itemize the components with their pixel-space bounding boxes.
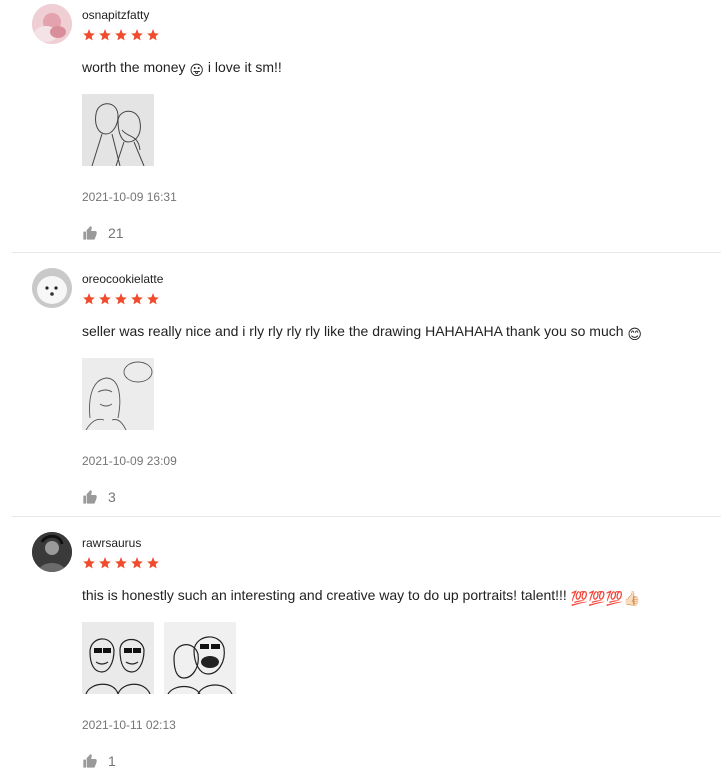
- thumbs-up-icon[interactable]: [82, 753, 98, 769]
- star-icon: [147, 29, 159, 41]
- review-date: 2021-10-09 23:09: [82, 454, 177, 468]
- star-icon: [83, 29, 95, 41]
- star-icon: [99, 293, 111, 305]
- thumbs-up-icon[interactable]: [82, 225, 98, 241]
- star-icon: [115, 293, 127, 305]
- like-section: 1: [82, 752, 721, 770]
- review-item: oreocookielatte seller was really nice a…: [12, 252, 721, 517]
- star-icon: [115, 29, 127, 41]
- review-photos: [82, 358, 721, 430]
- review-item: rawrsaurus this is honestly such an inte…: [12, 516, 721, 775]
- user-avatar[interactable]: [32, 268, 72, 308]
- star-icon: [83, 293, 95, 305]
- review-photo[interactable]: [164, 622, 236, 694]
- like-count: 21: [108, 225, 124, 241]
- review-photos: [82, 622, 721, 694]
- star-icon: [83, 557, 95, 569]
- emoji: 😛: [189, 62, 204, 78]
- review-date: 2021-10-09 16:31: [82, 190, 177, 204]
- user-avatar[interactable]: [32, 532, 72, 572]
- like-count: 3: [108, 489, 116, 505]
- star-rating: [82, 556, 721, 570]
- comment-text-2: i love it sm!!: [207, 59, 282, 75]
- star-icon: [131, 557, 143, 569]
- star-icon: [99, 557, 111, 569]
- star-icon: [131, 293, 143, 305]
- review-photo[interactable]: [82, 94, 154, 166]
- star-icon: [131, 29, 143, 41]
- comment-text: seller was really nice and i rly rly rly…: [82, 323, 624, 339]
- like-section: 21: [82, 224, 721, 242]
- comment-text: this is honestly such an interesting and…: [82, 587, 567, 603]
- like-count: 1: [108, 753, 116, 769]
- star-icon: [99, 29, 111, 41]
- star-icon: [147, 293, 159, 305]
- review-comment: seller was really nice and i rly rly rly…: [82, 322, 721, 343]
- thumbs-up-icon[interactable]: [82, 489, 98, 505]
- review-date: 2021-10-11 02:13: [82, 718, 176, 732]
- username[interactable]: osnapitzfatty: [82, 8, 721, 22]
- comment-text: worth the money: [82, 59, 186, 75]
- user-avatar[interactable]: [32, 4, 72, 44]
- star-icon: [115, 557, 127, 569]
- username[interactable]: rawrsaurus: [82, 536, 721, 550]
- emoji: 😊: [627, 326, 643, 342]
- username[interactable]: oreocookielatte: [82, 272, 721, 286]
- star-rating: [82, 292, 721, 306]
- star-icon: [147, 557, 159, 569]
- star-rating: [82, 28, 721, 42]
- review-photo[interactable]: [82, 358, 154, 430]
- review-photo[interactable]: [82, 622, 154, 694]
- like-section: 3: [82, 488, 721, 506]
- review-item: osnapitzfatty worth the money 😛 i love i…: [12, 0, 721, 253]
- review-comment: this is honestly such an interesting and…: [82, 586, 721, 607]
- emoji: 💯💯💯👍🏻: [570, 590, 641, 606]
- review-comment: worth the money 😛 i love it sm!!: [82, 58, 721, 79]
- review-photos: [82, 94, 721, 166]
